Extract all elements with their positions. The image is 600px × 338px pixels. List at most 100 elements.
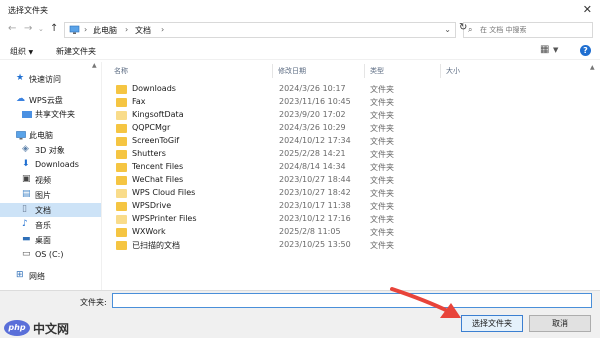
folder-icon	[116, 189, 127, 198]
recent-dropdown-icon[interactable]: ⌄	[38, 25, 44, 33]
select-folder-button[interactable]: 选择文件夹	[461, 315, 523, 332]
file-row[interactable]: Fax 2023/11/16 10:45 文件夹	[112, 96, 492, 109]
file-row[interactable]: WPSPrinter Files 2023/10/12 17:16 文件夹	[112, 213, 492, 226]
column-divider[interactable]	[272, 64, 273, 78]
file-row[interactable]: Tencent Files 2024/8/14 14:34 文件夹	[112, 161, 492, 174]
file-row[interactable]: 已扫描的文档 2023/10/25 13:50 文件夹	[112, 239, 492, 252]
file-type: 文件夹	[370, 137, 394, 146]
forward-arrow-icon[interactable]: →	[24, 23, 32, 34]
sidebar-item-shared-folder[interactable]: 共享文件夹	[0, 107, 101, 121]
address-bar[interactable]: › 此电脑 › 文档 › ⌄	[64, 22, 456, 38]
cube-icon: ◈	[22, 144, 29, 154]
column-header-modified[interactable]: 修改日期	[278, 66, 306, 76]
sidebar-item-label: 共享文件夹	[35, 110, 75, 119]
scroll-up-icon[interactable]: ▲	[92, 62, 97, 69]
sidebar-item-videos[interactable]: ▣ 视频	[0, 173, 101, 187]
view-options-icon[interactable]: ▦	[540, 44, 549, 55]
column-header-size[interactable]: 大小	[446, 66, 460, 76]
file-type: 文件夹	[370, 150, 394, 159]
sidebar-item-pictures[interactable]: ▤ 图片	[0, 188, 101, 202]
file-row[interactable]: Shutters 2025/2/28 14:21 文件夹	[112, 148, 492, 161]
navigation-pane: ▲ ★ 快速访问 ☁ WPS云盘 共享文件夹 此电脑 ◈ 3D 对象 ⬇ Dow…	[0, 62, 102, 290]
file-type: 文件夹	[370, 176, 394, 185]
title-bar: 选择文件夹 ✕	[0, 0, 600, 20]
folder-icon	[116, 202, 127, 211]
file-row[interactable]: Downloads 2024/3/26 10:17 文件夹	[112, 83, 492, 96]
search-box[interactable]: ⌕	[463, 22, 593, 38]
sidebar-item-desktop[interactable]: ▬ 桌面	[0, 233, 101, 247]
file-row[interactable]: WXWork 2025/2/8 11:05 文件夹	[112, 226, 492, 239]
scroll-up-icon[interactable]: ▲	[590, 64, 595, 71]
help-icon[interactable]: ?	[580, 45, 591, 56]
breadcrumb-this-pc[interactable]: 此电脑	[93, 25, 117, 36]
file-date: 2023/10/25 13:50	[279, 240, 351, 249]
cancel-button[interactable]: 取消	[529, 315, 591, 332]
column-header-type[interactable]: 类型	[370, 66, 384, 76]
music-icon: ♪	[22, 219, 28, 229]
file-date: 2024/8/14 14:34	[279, 162, 346, 171]
up-arrow-icon[interactable]: ↑	[50, 23, 58, 34]
file-type: 文件夹	[370, 202, 394, 211]
drive-icon: ▭	[22, 249, 31, 259]
file-name: Shutters	[132, 149, 166, 158]
folder-icon	[116, 85, 127, 94]
video-icon: ▣	[22, 174, 31, 184]
file-row[interactable]: KingsoftData 2023/9/20 17:02 文件夹	[112, 109, 492, 122]
sidebar-item-network[interactable]: ⊞ 网络	[0, 269, 101, 283]
folder-field-label: 文件夹:	[80, 298, 107, 307]
file-name: WPS Cloud Files	[132, 188, 196, 197]
sidebar-item-label: 视频	[35, 176, 51, 185]
column-divider[interactable]	[440, 64, 441, 78]
sidebar-item-label: WPS云盘	[29, 96, 63, 105]
file-date: 2023/9/20 17:02	[279, 110, 346, 119]
file-name: Fax	[132, 97, 146, 106]
dropdown-triangle-icon[interactable]: ▼	[553, 46, 558, 54]
file-date: 2023/10/17 11:38	[279, 201, 351, 210]
sidebar-item-os-drive[interactable]: ▭ OS (C:)	[0, 248, 101, 262]
back-arrow-icon[interactable]: ←	[8, 23, 16, 34]
file-row[interactable]: QQPCMgr 2024/3/26 10:29 文件夹	[112, 122, 492, 135]
file-name: WXWork	[132, 227, 166, 236]
file-row[interactable]: ScreenToGif 2024/10/12 17:34 文件夹	[112, 135, 492, 148]
file-date: 2025/2/8 11:05	[279, 227, 341, 236]
shared-folder-icon	[22, 110, 32, 121]
sidebar-item-label: Downloads	[35, 160, 79, 169]
sidebar-item-label: 文档	[35, 206, 51, 215]
watermark-text: 中文网	[33, 322, 70, 336]
folder-icon	[116, 111, 127, 120]
sidebar-item-this-pc[interactable]: 此电脑	[0, 128, 101, 142]
file-list: ▲ 名称 修改日期 类型 大小 Downloads 2024/3/26 10:17…	[104, 62, 600, 290]
sidebar-item-documents[interactable]: ▯ 文档	[0, 203, 101, 217]
sidebar-item-quick-access[interactable]: ★ 快速访问	[0, 72, 101, 86]
sidebar-item-label: 快速访问	[29, 75, 61, 84]
sidebar-item-3d-objects[interactable]: ◈ 3D 对象	[0, 143, 101, 157]
sidebar-item-label: 图片	[35, 191, 51, 200]
close-icon[interactable]: ✕	[583, 3, 592, 16]
search-input[interactable]	[478, 24, 588, 36]
file-row[interactable]: WeChat Files 2023/10/27 18:44 文件夹	[112, 174, 492, 187]
file-date: 2023/11/16 10:45	[279, 97, 351, 106]
file-row[interactable]: WPSDrive 2023/10/17 11:38 文件夹	[112, 200, 492, 213]
file-date: 2024/3/26 10:17	[279, 84, 346, 93]
sidebar-item-music[interactable]: ♪ 音乐	[0, 218, 101, 232]
file-date: 2024/3/26 10:29	[279, 123, 346, 132]
breadcrumb-documents[interactable]: 文档	[135, 25, 151, 36]
column-divider[interactable]	[364, 64, 365, 78]
refresh-icon[interactable]: ↻	[459, 22, 467, 33]
search-icon: ⌕	[468, 25, 473, 34]
new-folder-button[interactable]: 新建文件夹	[56, 46, 96, 57]
dropdown-triangle-icon: ▼	[28, 49, 34, 56]
column-header-name[interactable]: 名称	[114, 66, 128, 76]
file-row[interactable]: WPS Cloud Files 2023/10/27 18:42 文件夹	[112, 187, 492, 200]
chevron-down-icon[interactable]: ⌄	[444, 25, 451, 34]
folder-field[interactable]	[112, 293, 592, 308]
file-name: WPSPrinter Files	[132, 214, 197, 223]
file-type: 文件夹	[370, 98, 394, 107]
file-date: 2025/2/28 14:21	[279, 149, 346, 158]
sidebar-item-downloads[interactable]: ⬇ Downloads	[0, 158, 101, 172]
file-type: 文件夹	[370, 215, 394, 224]
sidebar-item-wps-cloud[interactable]: ☁ WPS云盘	[0, 93, 101, 107]
organize-button[interactable]: 组织 ▼	[10, 46, 33, 57]
file-name: WPSDrive	[132, 201, 172, 210]
file-type: 文件夹	[370, 228, 394, 237]
